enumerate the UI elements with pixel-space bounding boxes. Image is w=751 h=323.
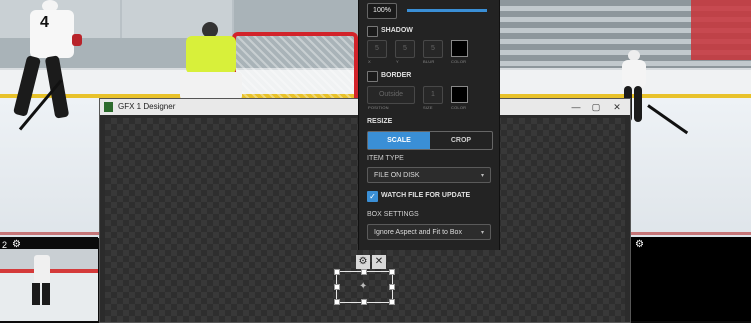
shadow-color-swatch[interactable] [451, 40, 468, 57]
border-size-caption: SIZE [423, 105, 433, 110]
camera-thumbnail-empty[interactable]: ⚙ [629, 237, 751, 321]
border-color-swatch[interactable] [451, 86, 468, 103]
item-settings-gear-icon[interactable]: ⚙ [356, 255, 370, 269]
camera-number-label: 2 [2, 240, 8, 250]
item-type-label: ITEM TYPE [367, 155, 404, 162]
chevron-down-icon: ▾ [480, 230, 484, 236]
selection-toolbar: ⚙ ✕ [356, 255, 386, 269]
shadow-x-caption: X [368, 59, 371, 64]
shadow-y-field[interactable]: 5 [395, 40, 415, 58]
item-delete-close-icon[interactable]: ✕ [372, 255, 386, 269]
box-settings-value: Ignore Aspect and Fit to Box [374, 229, 462, 236]
border-position-select[interactable]: Outside [367, 86, 415, 104]
app-icon [104, 102, 113, 112]
chevron-down-icon: ▾ [480, 173, 484, 179]
gear-icon[interactable]: ⚙ [635, 239, 644, 250]
minimize-button[interactable]: — [566, 99, 586, 115]
item-type-value: FILE ON DISK [374, 172, 420, 179]
gear-icon[interactable]: ⚙ [12, 239, 21, 250]
crop-button[interactable]: CROP [430, 132, 492, 149]
item-type-dropdown[interactable]: FILE ON DISK ▾ [367, 167, 491, 183]
resize-label: RESIZE [367, 118, 393, 125]
move-handle-icon[interactable]: ✦ [359, 281, 367, 292]
shadow-color-caption: COLOR [451, 59, 467, 64]
selected-item-box[interactable]: ✦ [334, 269, 395, 305]
box-settings-label: BOX SETTINGS [367, 211, 419, 218]
border-checkbox[interactable] [367, 71, 378, 82]
shadow-x-field[interactable]: 5 [367, 40, 387, 58]
opacity-value[interactable]: 100% [367, 3, 397, 19]
properties-panel: 100% SHADOW 5 5 5 X Y BLUR COLOR BORDER … [358, 0, 500, 250]
border-position-caption: POSITION [368, 105, 389, 110]
shadow-checkbox[interactable] [367, 26, 378, 37]
watch-file-checkbox[interactable]: ✓ [367, 191, 378, 202]
shadow-label: SHADOW [381, 27, 413, 34]
shadow-blur-caption: BLUR [423, 59, 435, 64]
skater-left: 4 [10, 0, 100, 135]
resize-mode-toggle: SCALE CROP [367, 131, 493, 150]
window-title: GFX 1 Designer [118, 102, 176, 111]
goalie [172, 22, 252, 102]
scale-button[interactable]: SCALE [368, 132, 430, 149]
watch-file-label: WATCH FILE FOR UPDATE [381, 192, 471, 199]
shadow-y-caption: Y [396, 59, 399, 64]
box-settings-dropdown[interactable]: Ignore Aspect and Fit to Box ▾ [367, 224, 491, 240]
border-color-caption: COLOR [451, 105, 467, 110]
shadow-blur-field[interactable]: 5 [423, 40, 443, 58]
close-window-button[interactable]: ✕ [607, 99, 627, 115]
jersey-number: 4 [40, 14, 49, 31]
border-label: BORDER [381, 72, 412, 79]
border-size-field[interactable]: 1 [423, 86, 443, 104]
restore-button[interactable]: ▢ [586, 99, 606, 115]
opacity-slider[interactable] [407, 9, 487, 12]
